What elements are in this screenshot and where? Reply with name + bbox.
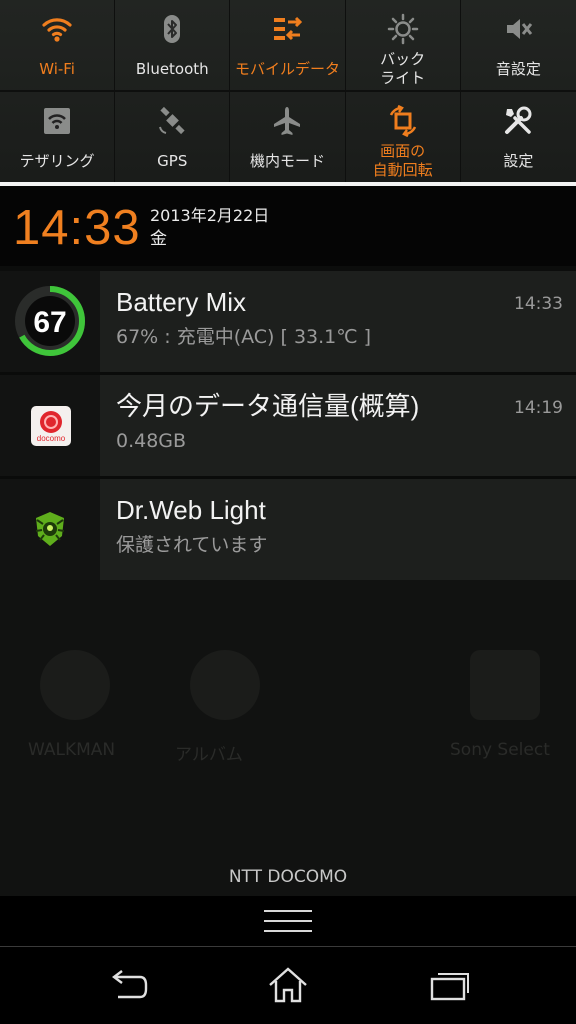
notification-icon-cell <box>0 479 100 580</box>
auto-rotate-label: 画面の 自動回転 <box>346 142 460 180</box>
notification-drweb[interactable]: Dr.Web Light 保護されています <box>0 479 576 580</box>
auto-rotate-label-line1: 画面の <box>380 142 426 160</box>
backlight-label-line1: バック <box>380 50 426 68</box>
gps-label: GPS <box>157 152 188 170</box>
mobile-data-icon <box>274 16 303 41</box>
airplane-mode-toggle[interactable]: 機内モード <box>230 92 346 182</box>
sound-settings-label: 音設定 <box>495 60 541 78</box>
wifi-icon <box>42 18 72 42</box>
notification-time: 14:33 <box>514 294 563 314</box>
app-icon-sony-select <box>470 650 540 720</box>
notification-time: 14:19 <box>514 398 563 418</box>
backlight-label: バック ライト <box>346 50 460 88</box>
quick-settings-row-2: テザリング GPS 機内モード 画面の 自動回転 設定 <box>0 92 576 182</box>
auto-rotate-toggle[interactable]: 画面の 自動回転 <box>346 92 461 182</box>
airplane-mode-label: 機内モード <box>249 152 325 170</box>
settings-label: 設定 <box>503 152 534 170</box>
backlight-toggle[interactable]: バック ライト <box>346 0 461 90</box>
notification-icon-cell: docomo <box>0 375 100 476</box>
dimmed-home-screen: WALKMAN アルバム Sony Select <box>0 580 576 896</box>
tethering-icon <box>44 108 71 134</box>
mobile-data-toggle[interactable]: モバイルデータ <box>230 0 346 90</box>
wifi-label: Wi-Fi <box>39 60 75 78</box>
navigation-bar <box>0 947 576 1024</box>
drweb-spider-icon <box>35 512 65 546</box>
notification-icon-cell: 67 <box>0 271 100 372</box>
app-label-walkman: WALKMAN <box>28 740 116 760</box>
quick-settings-row-1: Wi-Fi Bluetooth モバイルデータ バック ライト 音設定 <box>0 0 576 90</box>
sound-settings-toggle[interactable]: 音設定 <box>461 0 576 90</box>
drag-handle-icon[interactable] <box>264 910 312 932</box>
gps-toggle[interactable]: GPS <box>115 92 231 182</box>
quick-settings-panel: Wi-Fi Bluetooth モバイルデータ バック ライト 音設定 テザリン… <box>0 0 576 182</box>
notification-title: 今月のデータ通信量(概算) <box>116 391 420 421</box>
home-icon[interactable] <box>266 965 310 1005</box>
app-label-album: アルバム <box>175 745 243 765</box>
app-icon-walkman <box>40 650 110 720</box>
weekday-text: 金 <box>150 229 167 249</box>
bluetooth-toggle[interactable]: Bluetooth <box>115 0 231 90</box>
backlight-icon <box>387 13 418 45</box>
notification-subtitle: 0.48GB <box>116 430 187 452</box>
notification-subtitle: 保護されています <box>116 534 268 556</box>
gps-icon <box>159 106 185 135</box>
airplane-mode-icon <box>274 107 301 135</box>
app-label-sony-select: Sony Select <box>450 740 550 760</box>
auto-rotate-label-line2: 自動回転 <box>372 161 433 179</box>
app-icon-album <box>190 650 260 720</box>
notification-title: Dr.Web Light <box>116 495 266 525</box>
settings-toggle[interactable]: 設定 <box>461 92 576 182</box>
tethering-toggle[interactable]: テザリング <box>0 92 116 182</box>
carrier-label: NTT DOCOMO <box>228 867 348 887</box>
panel-handle-bar[interactable] <box>0 896 576 947</box>
auto-rotate-icon <box>389 105 416 137</box>
battery-level-badge: 67 <box>33 306 66 339</box>
notification-subtitle: 67% : 充電中(AC) [ 33.1℃ ] <box>116 326 372 348</box>
notification-battery-mix[interactable]: 67 Battery Mix 67% : 充電中(AC) [ 33.1℃ ] 1… <box>0 271 576 372</box>
wifi-toggle[interactable]: Wi-Fi <box>0 0 116 90</box>
notification-data-usage[interactable]: docomo 今月のデータ通信量(概算) 0.48GB 14:19 <box>0 375 576 476</box>
settings-tools-icon <box>505 106 532 134</box>
bluetooth-icon <box>164 15 181 43</box>
clock-time: 14:33 <box>13 201 141 255</box>
sound-settings-icon <box>507 19 533 39</box>
docomo-badge: docomo <box>37 434 66 443</box>
recent-apps-icon[interactable] <box>426 965 470 1005</box>
notification-title: Battery Mix <box>116 287 247 317</box>
back-icon[interactable] <box>106 965 150 1005</box>
date-text: 2013年2月22日 <box>150 206 270 225</box>
mobile-data-label: モバイルデータ <box>234 60 340 78</box>
tethering-label: テザリング <box>19 152 95 170</box>
docomo-icon: docomo <box>31 406 71 446</box>
bluetooth-label: Bluetooth <box>135 60 209 78</box>
battery-mix-icon: 67 <box>15 286 85 356</box>
backlight-label-line2: ライト <box>380 69 426 87</box>
